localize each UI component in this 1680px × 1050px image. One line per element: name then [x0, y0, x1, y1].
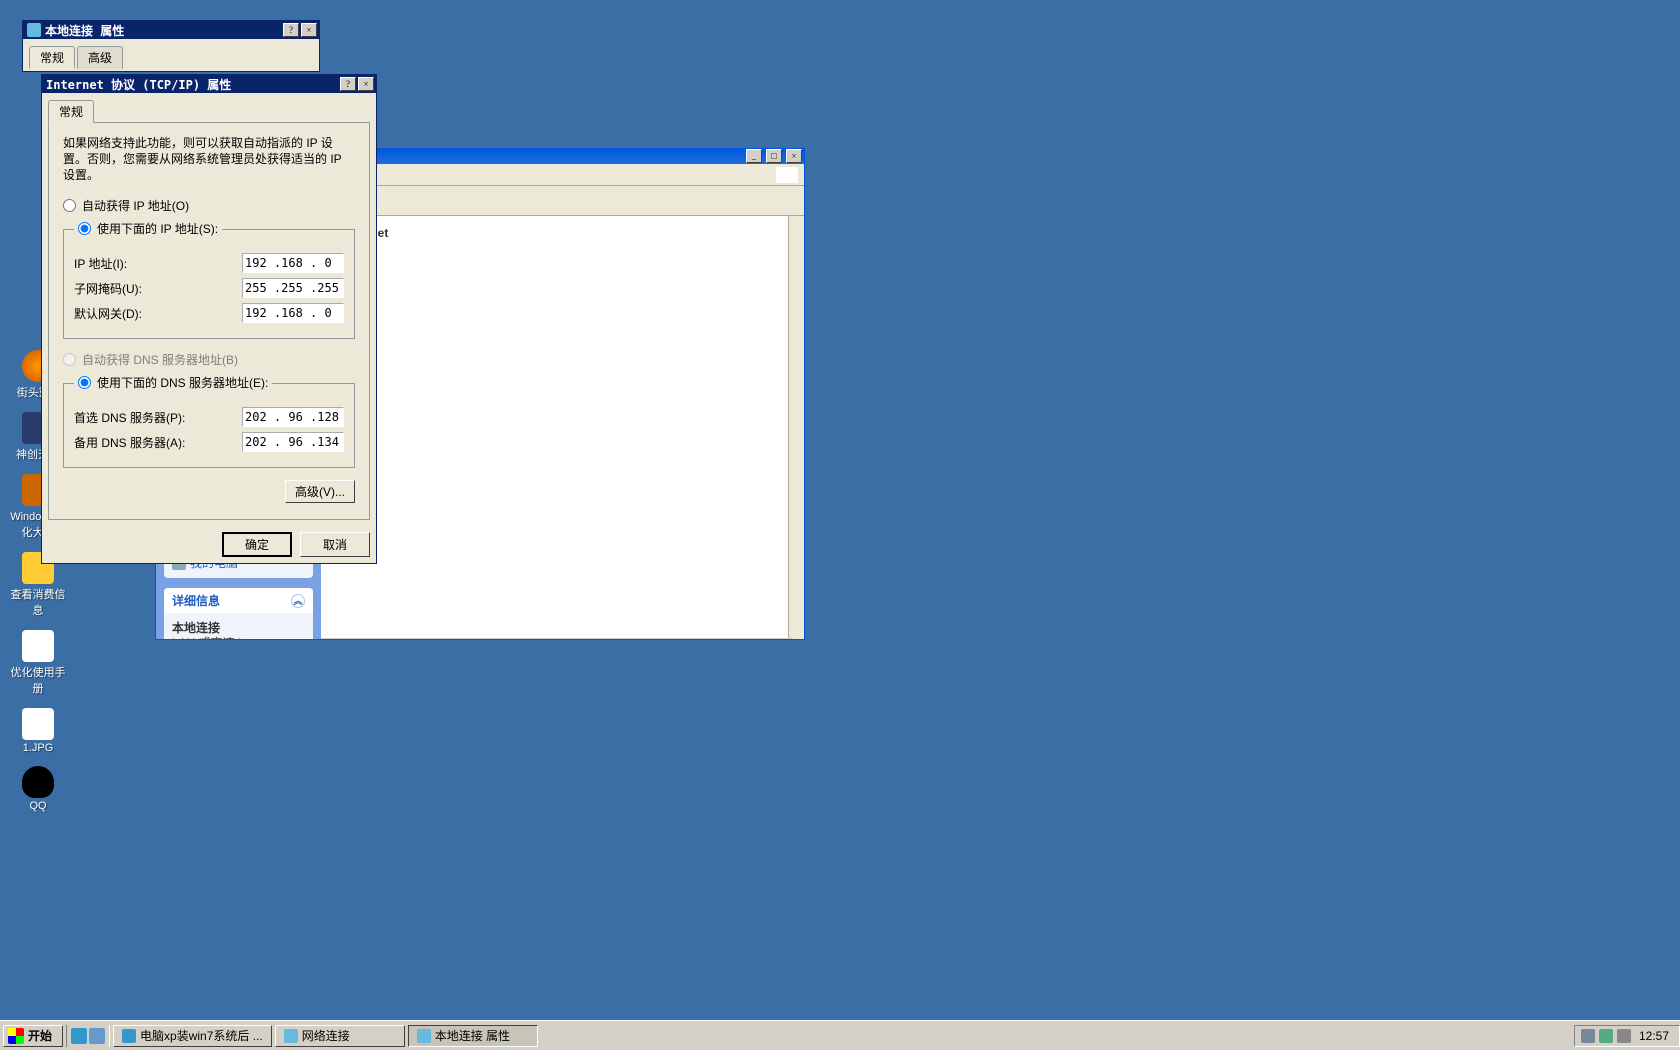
- taskbar: 开始 电脑xp装win7系统后 ... 网络连接 本地连接 属性 12:57: [0, 1020, 1680, 1050]
- volume-icon[interactable]: [1617, 1029, 1631, 1043]
- explorer-main: 速 Internet 接: [321, 216, 804, 639]
- ie-icon: [122, 1029, 136, 1043]
- sidebar-panel-details: 详细信息 ︽ 本地连接 LAN 或高速 Internet 已连接上 Realte…: [164, 588, 313, 639]
- groupbox-legend[interactable]: 使用下面的 DNS 服务器地址(E):: [74, 374, 272, 392]
- field-label: 备用 DNS 服务器(A):: [74, 434, 242, 451]
- icon-label: QQ: [8, 800, 68, 812]
- groupbox-legend[interactable]: 使用下面的 IP 地址(S):: [74, 220, 222, 238]
- system-tray: 12:57: [1574, 1025, 1680, 1047]
- dialog-titlebar[interactable]: Internet 协议 (TCP/IP) 属性 ? ×: [42, 75, 376, 93]
- radio-input[interactable]: [78, 376, 91, 389]
- radio-input[interactable]: [78, 222, 91, 235]
- help-button[interactable]: ?: [340, 77, 356, 91]
- radio-auto-ip[interactable]: 自动获得 IP 地址(O): [63, 197, 355, 214]
- taskbar-task[interactable]: 网络连接: [275, 1025, 405, 1047]
- tab-general[interactable]: 常规: [29, 46, 75, 69]
- radio-auto-dns: 自动获得 DNS 服务器地址(B): [63, 351, 355, 368]
- icon-label: 1.JPG: [8, 742, 68, 754]
- dialog-content: 如果网络支持此功能，则可以获取自动指派的 IP 设置。否则，您需要从网络系统管理…: [48, 122, 370, 520]
- desktop-icon[interactable]: QQ: [8, 766, 68, 812]
- detail-name: 本地连接: [172, 621, 305, 636]
- dialog-titlebar[interactable]: 本地连接 属性 ? ×: [23, 21, 319, 39]
- dialog-title: 本地连接 属性: [45, 22, 281, 39]
- dialog-tabs: 常规 高级: [23, 39, 319, 68]
- advanced-button-row: 高级(V)...: [63, 480, 355, 507]
- gateway-input[interactable]: [242, 303, 344, 323]
- field-label: 默认网关(D):: [74, 305, 242, 322]
- tab-advanced[interactable]: 高级: [77, 46, 123, 69]
- field-label: 子网掩码(U):: [74, 280, 242, 297]
- dns-groupbox: 使用下面的 DNS 服务器地址(E): 首选 DNS 服务器(P): 备用 DN…: [63, 374, 355, 468]
- radio-label: 自动获得 DNS 服务器地址(B): [82, 351, 238, 368]
- radio-input: [63, 353, 76, 366]
- task-label: 本地连接 属性: [435, 1027, 510, 1044]
- icon-label: 查看消费信息: [8, 586, 68, 618]
- panel-body: 本地连接 LAN 或高速 Internet 已连接上 Realtek PCIe …: [164, 613, 313, 639]
- radio-label: 使用下面的 DNS 服务器地址(E):: [97, 374, 268, 391]
- radio-label: 自动获得 IP 地址(O): [82, 197, 189, 214]
- panel-header[interactable]: 详细信息 ︽: [164, 588, 313, 613]
- field-dns2: 备用 DNS 服务器(A):: [74, 432, 344, 452]
- windows-flag-icon: [8, 1028, 24, 1044]
- network-icon: [27, 23, 41, 37]
- radio-input[interactable]: [63, 199, 76, 212]
- hairline: [321, 638, 792, 639]
- subnet-mask-input[interactable]: [242, 278, 344, 298]
- clock[interactable]: 12:57: [1635, 1029, 1673, 1043]
- field-ip: IP 地址(I):: [74, 253, 344, 273]
- network-icon: [417, 1029, 431, 1043]
- field-dns1: 首选 DNS 服务器(P):: [74, 407, 344, 427]
- icon-label: 优化使用手册: [8, 664, 68, 696]
- cancel-button[interactable]: 取消: [300, 532, 370, 557]
- desktop-icon[interactable]: 优化使用手册: [8, 630, 68, 696]
- start-button[interactable]: 开始: [3, 1025, 63, 1047]
- connection-properties-dialog: 本地连接 属性 ? × 常规 高级: [22, 20, 320, 72]
- quick-launch: [66, 1025, 110, 1047]
- dialog-title: Internet 协议 (TCP/IP) 属性: [46, 76, 338, 93]
- close-button[interactable]: ×: [301, 23, 317, 37]
- ok-button[interactable]: 确定: [222, 532, 292, 557]
- dialog-button-row: 确定 取消: [42, 526, 376, 563]
- app-icon: [22, 630, 54, 662]
- ip-groupbox: 使用下面的 IP 地址(S): IP 地址(I): 子网掩码(U): 默认网关(…: [63, 220, 355, 339]
- tcpip-properties-dialog: Internet 协议 (TCP/IP) 属性 ? × 常规 如果网络支持此功能…: [41, 74, 377, 564]
- ip-address-input[interactable]: [242, 253, 344, 273]
- ie-icon[interactable]: [71, 1028, 87, 1044]
- tab-general[interactable]: 常规: [48, 100, 94, 123]
- advanced-button[interactable]: 高级(V)...: [285, 480, 355, 503]
- chevron-up-icon[interactable]: ︽: [291, 594, 305, 608]
- info-text: 如果网络支持此功能，则可以获取自动指派的 IP 设置。否则，您需要从网络系统管理…: [63, 135, 355, 183]
- minimize-button[interactable]: _: [746, 149, 762, 163]
- desktop-icon[interactable]: [89, 1028, 105, 1044]
- network-tray-icon[interactable]: [1599, 1029, 1613, 1043]
- field-label: IP 地址(I):: [74, 255, 242, 272]
- dns2-input[interactable]: [242, 432, 344, 452]
- radio-label: 使用下面的 IP 地址(S):: [97, 220, 218, 237]
- field-gateway: 默认网关(D):: [74, 303, 344, 323]
- detail-type: LAN 或高速 Internet: [172, 636, 305, 639]
- desktop-icon[interactable]: 1.JPG: [8, 708, 68, 754]
- dns1-input[interactable]: [242, 407, 344, 427]
- dialog-tabs: 常规: [42, 93, 376, 122]
- app-icon: [22, 708, 54, 740]
- close-button[interactable]: ×: [358, 77, 374, 91]
- field-label: 首选 DNS 服务器(P):: [74, 409, 242, 426]
- tray-icon[interactable]: [1581, 1029, 1595, 1043]
- start-label: 开始: [28, 1027, 52, 1044]
- taskbar-task[interactable]: 本地连接 属性: [408, 1025, 538, 1047]
- help-button[interactable]: ?: [283, 23, 299, 37]
- section-heading: 速 Internet: [329, 224, 796, 241]
- windows-flag-icon: [776, 167, 798, 183]
- connection-item[interactable]: 接: [329, 265, 796, 282]
- network-icon: [284, 1029, 298, 1043]
- field-mask: 子网掩码(U):: [74, 278, 344, 298]
- task-label: 电脑xp装win7系统后 ...: [140, 1027, 263, 1044]
- scrollbar[interactable]: [788, 216, 804, 639]
- panel-title: 详细信息: [172, 592, 220, 609]
- close-button[interactable]: ×: [786, 149, 802, 163]
- taskbar-task[interactable]: 电脑xp装win7系统后 ...: [113, 1025, 272, 1047]
- app-icon: [22, 766, 54, 798]
- maximize-button[interactable]: □: [766, 149, 782, 163]
- task-label: 网络连接: [302, 1027, 350, 1044]
